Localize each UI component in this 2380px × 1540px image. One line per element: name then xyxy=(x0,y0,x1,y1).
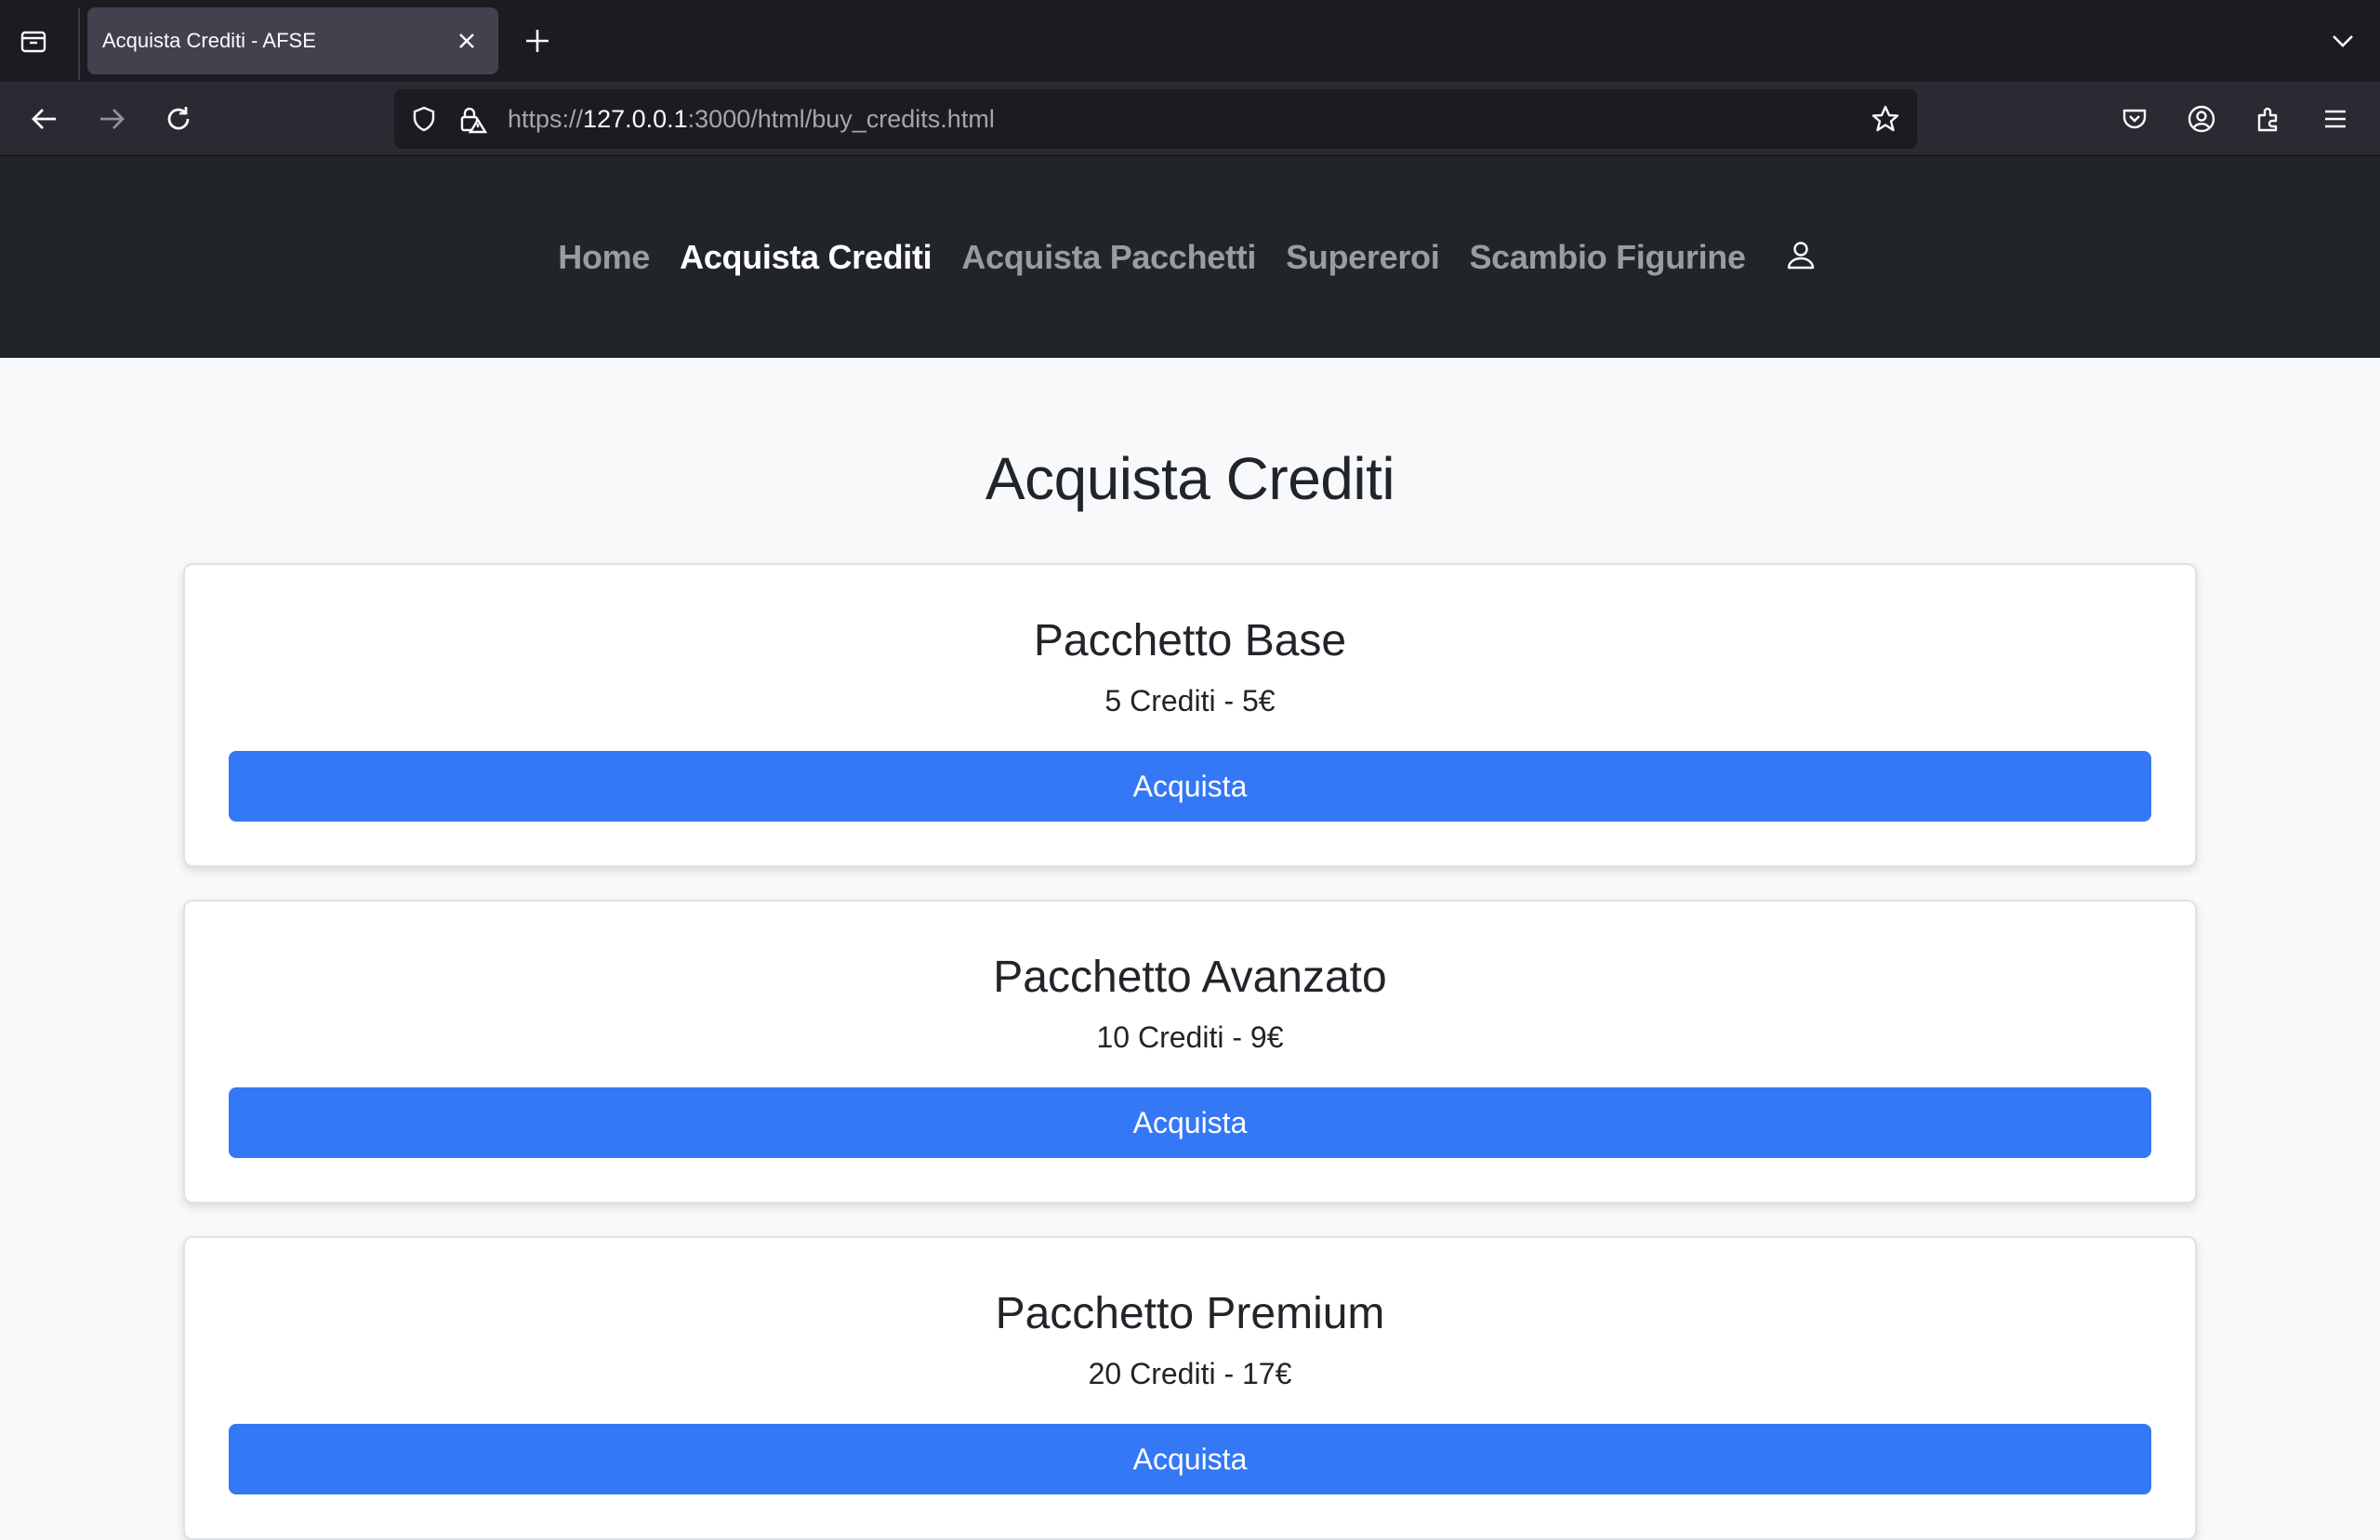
shield-icon[interactable] xyxy=(405,100,443,138)
new-tab-icon[interactable] xyxy=(519,22,556,59)
menu-icon[interactable] xyxy=(2315,100,2356,138)
star-icon[interactable] xyxy=(1867,100,1904,138)
url-text[interactable]: https://127.0.0.1:3000/html/buy_credits.… xyxy=(508,105,1867,134)
url-host: 127.0.0.1 xyxy=(583,104,688,133)
nav-supereroi[interactable]: Supereroi xyxy=(1271,238,1454,277)
url-path: :3000/html/buy_credits.html xyxy=(687,104,995,133)
tab-list-icon[interactable] xyxy=(15,22,52,59)
browser-tab-bar: Acquista Crediti - AFSE xyxy=(0,0,2380,82)
browser-tab[interactable]: Acquista Crediti - AFSE xyxy=(87,7,498,74)
nav-acquista-pacchetti[interactable]: Acquista Pacchetti xyxy=(946,238,1271,277)
nav-scambio-figurine[interactable]: Scambio Figurine xyxy=(1454,238,1760,277)
person-icon[interactable] xyxy=(1785,239,1817,275)
package-card-premium: Pacchetto Premium 20 Crediti - 17€ Acqui… xyxy=(183,1236,2197,1540)
buy-button-avanzato[interactable]: Acquista xyxy=(229,1087,2151,1158)
nav-acquista-crediti[interactable]: Acquista Crediti xyxy=(665,238,946,277)
buy-button-premium[interactable]: Acquista xyxy=(229,1424,2151,1494)
package-details: 10 Crediti - 9€ xyxy=(1096,1020,1284,1054)
user-profile-link[interactable] xyxy=(1761,239,1831,275)
package-details: 5 Crediti - 5€ xyxy=(1104,684,1276,717)
insecure-lock-icon[interactable] xyxy=(454,100,491,138)
package-details: 20 Crediti - 17€ xyxy=(1088,1357,1292,1390)
tab-separator xyxy=(78,7,80,80)
package-title: Pacchetto Premium xyxy=(995,1289,1385,1338)
nav-home[interactable]: Home xyxy=(543,238,665,277)
url-scheme: https:// xyxy=(508,104,584,133)
package-card-avanzato: Pacchetto Avanzato 10 Crediti - 9€ Acqui… xyxy=(183,900,2197,1204)
chevron-down-icon[interactable] xyxy=(2324,22,2361,59)
package-title: Pacchetto Base xyxy=(1033,616,1347,665)
nav-list: Home Acquista Crediti Acquista Pacchetti… xyxy=(543,238,1831,277)
package-card-base: Pacchetto Base 5 Crediti - 5€ Acquista xyxy=(183,563,2197,867)
forward-icon[interactable] xyxy=(91,100,132,138)
extensions-icon[interactable] xyxy=(2248,100,2289,138)
url-bar[interactable]: https://127.0.0.1:3000/html/buy_credits.… xyxy=(394,89,1917,149)
reload-icon[interactable] xyxy=(158,100,199,138)
tab-title: Acquista Crediti - AFSE xyxy=(102,29,316,52)
browser-toolbar: https://127.0.0.1:3000/html/buy_credits.… xyxy=(0,82,2380,156)
account-icon[interactable] xyxy=(2181,100,2222,138)
close-icon[interactable] xyxy=(450,24,483,58)
package-title: Pacchetto Avanzato xyxy=(993,953,1387,1002)
site-navbar: Home Acquista Crediti Acquista Pacchetti… xyxy=(0,156,2380,358)
buy-button-base[interactable]: Acquista xyxy=(229,751,2151,822)
back-icon[interactable] xyxy=(24,100,65,138)
pocket-icon[interactable] xyxy=(2114,100,2155,138)
page-title: Acquista Crediti xyxy=(985,445,1395,512)
